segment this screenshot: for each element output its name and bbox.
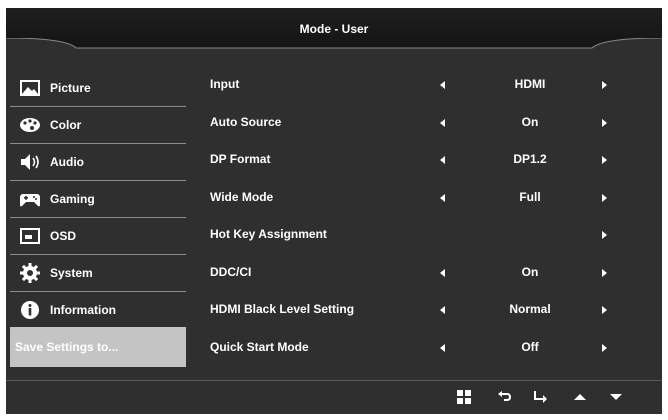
back-icon[interactable] xyxy=(494,387,514,407)
right-arrow-icon[interactable] xyxy=(602,231,607,239)
setting-value: On xyxy=(521,264,539,279)
save-settings-label: Save Settings to... xyxy=(15,340,119,354)
sidebar-item-label: Gaming xyxy=(50,192,95,206)
setting-row-auto-source[interactable]: Auto Source On xyxy=(210,104,630,142)
gamepad-icon xyxy=(20,194,40,207)
sidebar-item-label: OSD xyxy=(50,229,77,243)
setting-name: Quick Start Mode xyxy=(210,339,309,354)
header-bar: Mode - User xyxy=(6,8,662,56)
setting-value: DP1.2 xyxy=(513,152,547,166)
setting-row-hot-key-assignment[interactable]: Hot Key Assignment xyxy=(210,216,630,254)
setting-value: On xyxy=(521,114,539,129)
setting-value: Full xyxy=(519,189,541,204)
setting-name: Hot Key Assignment xyxy=(210,227,327,241)
setting-name: Auto Source xyxy=(210,114,282,129)
sidebar-item-picture[interactable]: Picture xyxy=(10,70,186,107)
sidebar-item-gaming[interactable]: Gaming xyxy=(10,181,186,218)
enter-icon[interactable] xyxy=(530,387,550,407)
setting-value: HDMI xyxy=(514,77,546,91)
navigation-bar xyxy=(6,381,662,414)
save-settings-button[interactable]: Save Settings to... xyxy=(10,327,186,367)
gear-icon xyxy=(20,263,40,283)
left-arrow-icon[interactable] xyxy=(440,156,445,164)
setting-name: Input xyxy=(210,77,240,91)
right-arrow-icon[interactable] xyxy=(602,306,607,314)
left-arrow-icon[interactable] xyxy=(440,268,445,277)
right-arrow-icon[interactable] xyxy=(602,193,607,202)
setting-row-dp-format[interactable]: DP Format DP1.2 xyxy=(210,141,630,179)
setting-row-hdmi-black-level[interactable]: HDMI Black Level Setting Normal xyxy=(210,291,630,329)
up-arrow-icon[interactable] xyxy=(570,387,590,407)
osd-icon xyxy=(20,228,40,244)
sidebar-item-label: Information xyxy=(50,303,116,317)
left-arrow-icon[interactable] xyxy=(440,81,445,89)
setting-row-wide-mode[interactable]: Wide Mode Full xyxy=(210,179,630,217)
sidebar-item-audio[interactable]: Audio xyxy=(10,144,186,181)
right-arrow-icon[interactable] xyxy=(602,156,607,164)
right-arrow-icon[interactable] xyxy=(602,118,607,127)
sidebar-item-label: Color xyxy=(50,118,82,132)
sidebar-item-information[interactable]: Information xyxy=(10,292,186,329)
left-arrow-icon[interactable] xyxy=(440,343,445,352)
right-arrow-icon[interactable] xyxy=(602,268,607,277)
left-arrow-icon[interactable] xyxy=(440,118,445,127)
info-icon xyxy=(21,301,39,319)
sidebar-item-label: System xyxy=(50,266,93,280)
setting-row-input[interactable]: Input HDMI xyxy=(210,66,630,104)
setting-row-quick-start-mode[interactable]: Quick Start Mode Off xyxy=(210,329,630,367)
right-arrow-icon[interactable] xyxy=(602,343,607,352)
speaker-icon xyxy=(21,154,39,170)
picture-icon xyxy=(20,80,40,96)
setting-name: DDC/CI xyxy=(210,264,252,279)
sidebar-item-label: Audio xyxy=(50,155,84,169)
page-title: Mode - User xyxy=(299,22,369,36)
sidebar-item-osd[interactable]: OSD xyxy=(10,218,186,255)
setting-name: DP Format xyxy=(210,152,271,166)
settings-list: Input HDMI Auto Source On DP Format DP1.… xyxy=(210,66,630,366)
down-arrow-icon[interactable] xyxy=(606,387,626,407)
osd-menu: Mode - User Picture Color Audio Gaming O… xyxy=(6,8,662,414)
sidebar-item-system[interactable]: System xyxy=(10,255,186,292)
setting-row-ddc-ci[interactable]: DDC/CI On xyxy=(210,254,630,292)
sidebar-item-label: Picture xyxy=(50,81,91,95)
sidebar-item-color[interactable]: Color xyxy=(10,107,186,144)
setting-name: HDMI Black Level Setting xyxy=(210,302,355,316)
left-arrow-icon[interactable] xyxy=(440,306,445,314)
setting-value: Off xyxy=(521,339,539,354)
sidebar: Picture Color Audio Gaming OSD System In… xyxy=(10,70,186,367)
menu-grid-icon[interactable] xyxy=(454,387,474,407)
setting-name: Wide Mode xyxy=(210,189,274,204)
palette-icon xyxy=(20,118,40,132)
right-arrow-icon[interactable] xyxy=(602,81,607,89)
left-arrow-icon[interactable] xyxy=(440,193,445,202)
setting-value: Normal xyxy=(509,302,551,316)
